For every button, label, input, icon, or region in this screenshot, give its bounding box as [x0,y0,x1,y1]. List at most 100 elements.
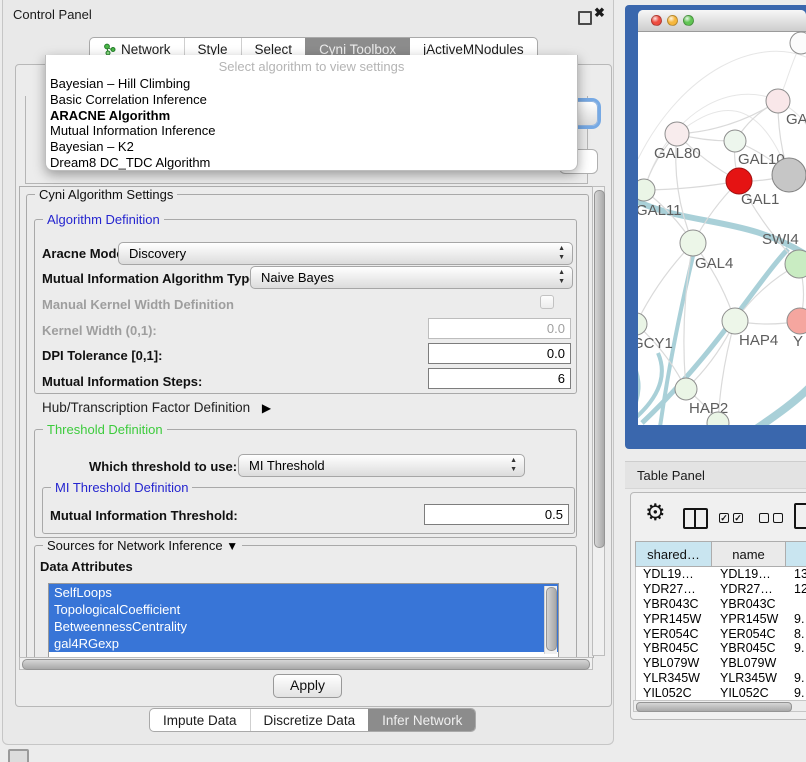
network-node[interactable] [772,158,806,192]
network-node[interactable] [785,250,806,278]
tab-impute-data[interactable]: Impute Data [150,709,250,731]
sources-title: Sources for Network Inference [47,538,223,553]
data-attribute-item[interactable]: SelfLoops [49,584,558,601]
table-cell: 9. [787,612,806,627]
network-icon [103,43,116,56]
expand-right-icon[interactable]: ▶ [262,401,271,415]
which-threshold-combo[interactable]: MI Threshold ▲▼ [238,454,525,477]
table-row[interactable]: YPR145WYPR145W9. [636,612,806,627]
mi-algorithm-type-combo[interactable]: Naive Bayes ▲▼ [250,266,573,289]
algorithm-option[interactable]: Basic Correlation Inference [46,92,577,108]
settings-horizontal-scrollbar[interactable] [19,657,593,670]
network-node[interactable] [722,308,748,334]
zoom-window-icon[interactable] [683,15,694,26]
data-attribute-item[interactable]: gal4RGexp [49,635,558,652]
table-cell: YER054C [636,627,713,642]
column-header[interactable]: name [712,541,786,567]
node-label: GAL [786,111,806,128]
algorithm-option[interactable]: Bayesian – Hill Climbing [46,76,577,92]
table-cell: 9. [787,686,806,701]
network-node[interactable] [766,89,790,113]
table-row[interactable]: YLR345WYLR345W9. [636,671,806,686]
check-all-icon[interactable]: ✓ [733,513,743,523]
scrollbar-thumb[interactable] [546,587,557,651]
kernel-width-label: Kernel Width (0,1): [42,323,157,339]
split-columns-icon[interactable] [683,508,708,529]
network-window[interactable]: GALGAL80GAL10GAL1GAL11SWI4GAL4GCY1HAP4YH… [638,10,806,425]
mi-steps-field[interactable] [428,368,571,389]
network-node[interactable] [665,122,689,146]
algorithm-option[interactable]: Bayesian – K2 [46,139,577,155]
node-label: HAP4 [739,332,778,349]
network-node[interactable] [638,313,647,335]
column-header[interactable]: shared… [635,541,712,567]
table-row[interactable]: YDR27…YDR27…12 [636,582,806,597]
kernel-width-field[interactable] [428,318,571,339]
network-node[interactable] [787,308,806,334]
network-node[interactable] [675,378,697,400]
group-title: Algorithm Definition [43,212,164,227]
close-window-icon[interactable] [651,15,662,26]
minimize-window-icon[interactable] [667,15,678,26]
table-row[interactable]: YER054CYER054C8. [636,627,806,642]
table-row[interactable]: YBR045CYBR045C9. [636,641,806,656]
hub-transcription-factor-section[interactable]: Hub/Transcription Factor Definition ▶ [42,400,271,416]
tab-discretize-data[interactable]: Discretize Data [250,709,369,731]
algorithm-option[interactable]: ARACNE Algorithm [46,108,577,124]
document-icon[interactable] [794,503,806,529]
table-cell: YDL19… [636,567,713,582]
algorithm-option[interactable]: Mutual Information Inference [46,123,577,139]
table-cell [787,597,806,612]
apply-button[interactable]: Apply [273,674,342,698]
network-node[interactable] [724,130,746,152]
network-node[interactable] [638,179,655,201]
combo-value: Naive Bayes [261,267,334,288]
table-cell: YBL079W [636,656,713,671]
uncheck-all-icon[interactable] [759,513,769,523]
table-row[interactable]: YBL079WYBL079W [636,656,806,671]
scrollbar-thumb[interactable] [594,190,605,548]
manual-kernel-width-checkbox[interactable] [540,295,554,309]
combo-value: Discovery [129,243,186,264]
scrollbar-thumb[interactable] [636,702,792,712]
scrollbar-thumb[interactable] [22,659,590,670]
table-row[interactable]: YBR043CYBR043C [636,597,806,612]
table-cell: 9. [787,671,806,686]
uncheck-all-icon[interactable] [773,513,783,523]
table-cell: YBR045C [713,641,787,656]
node-label: SWI4 [762,231,799,248]
data-attribute-item[interactable]: BetweennessCentrality [49,618,558,635]
list-scrollbar[interactable] [544,586,557,654]
mi-algorithm-type-label: Mutual Information Algorithm Type: [42,271,261,287]
network-node[interactable] [790,32,806,54]
gear-icon[interactable]: ⚙ [645,499,666,526]
table-horizontal-scrollbar[interactable] [633,700,806,712]
node-label: GAL4 [695,255,733,272]
network-canvas[interactable]: GALGAL80GAL10GAL1GAL11SWI4GAL4GCY1HAP4YH… [638,31,806,425]
network-node[interactable] [680,230,706,256]
which-threshold-label: Which threshold to use: [89,459,237,475]
table-cell: YIL052C [713,686,787,701]
settings-vertical-scrollbar[interactable] [592,186,605,656]
collapsed-panel-icon[interactable] [8,749,29,762]
aracne-mode-combo[interactable]: Discovery ▲▼ [118,242,573,265]
float-window-icon[interactable] [578,11,592,25]
table-row[interactable]: YIL052CYIL052C9. [636,686,806,701]
tab-infer-network[interactable]: Infer Network [368,709,475,731]
data-attributes-list[interactable]: SelfLoopsTopologicalCoefficientBetweenne… [48,583,559,658]
network-window-titlebar[interactable] [638,10,806,32]
group-title: MI Threshold Definition [51,480,192,495]
table-cell: YIL052C [636,686,713,701]
data-attributes-items: SelfLoopsTopologicalCoefficientBetweenne… [49,584,558,652]
mi-threshold-field[interactable] [424,504,569,525]
check-all-icon[interactable]: ✓ [719,513,729,523]
dpi-tolerance-field[interactable] [428,343,571,364]
data-attribute-item[interactable]: TopologicalCoefficient [49,601,558,618]
table-panel: ⚙ ✓ ✓ shared…nameA YDL19…YDL19…13YDR27…Y… [630,492,806,720]
collapse-down-icon[interactable]: ▼ [226,539,238,553]
close-panel-icon[interactable]: ✖ [594,5,605,21]
thick-edge [638,353,662,421]
column-header[interactable]: A [786,541,806,567]
table-row[interactable]: YDL19…YDL19…13 [636,567,806,582]
algorithm-option[interactable]: Dream8 DC_TDC Algorithm [46,155,577,171]
